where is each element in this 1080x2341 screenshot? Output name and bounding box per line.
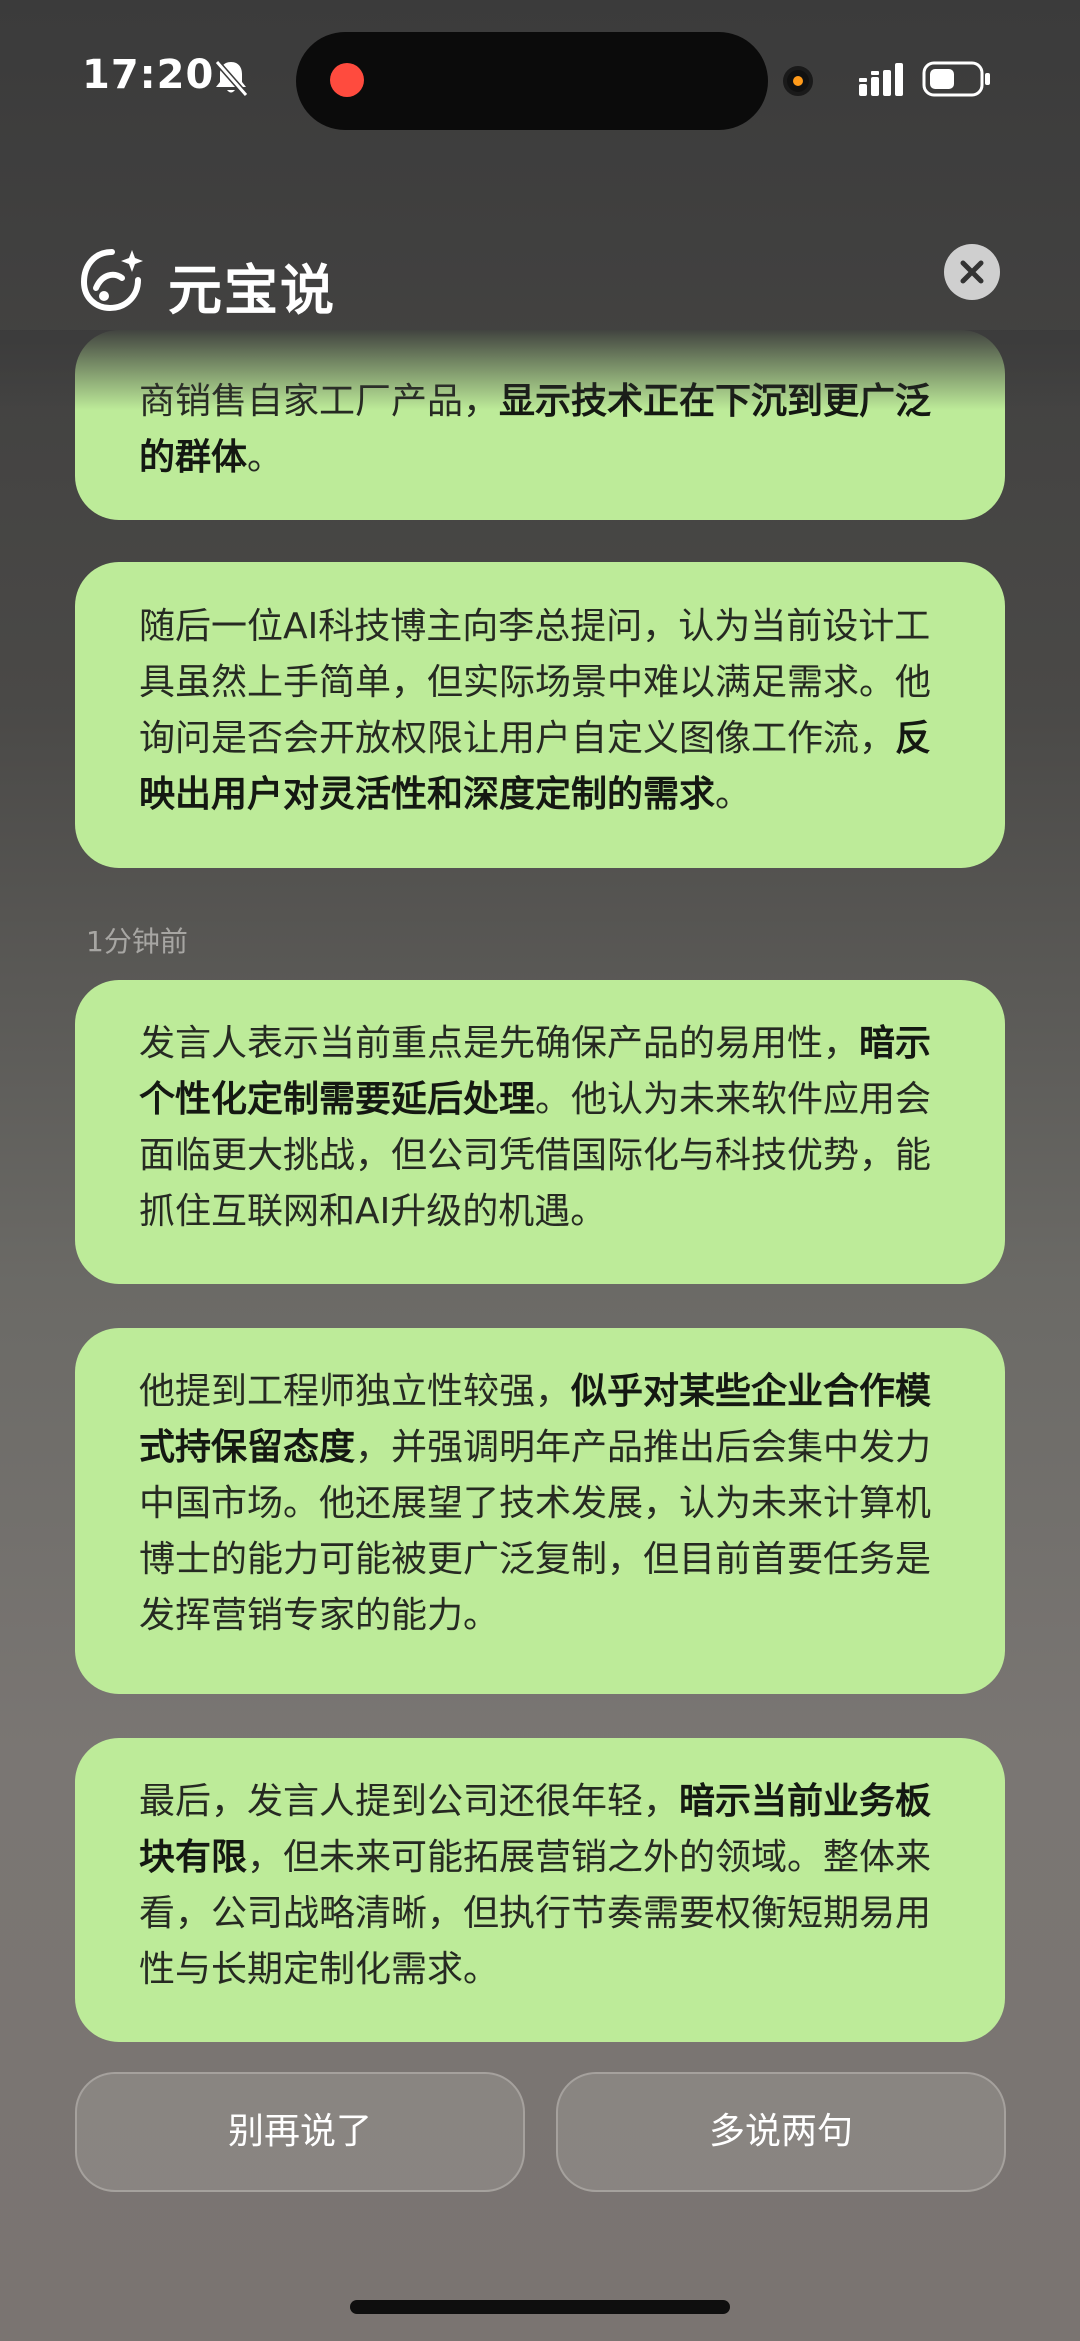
body-text: 随后一位AI科技博主向李总提问，认为当前设计工具虽然上手简单，但实际场景中难以满… [139,606,932,759]
status-bar: 17:20 [0,0,1080,160]
dynamic-island [296,32,768,130]
summary-card: 发言人表示当前重点是先确保产品的易用性，暗示个性化定制需要延后处理。他认为未来软… [75,980,1005,1284]
status-time: 17:20 [82,52,215,98]
body-text: 他提到工程师独立性较强， [139,1371,572,1412]
close-icon [960,260,984,284]
body-text: 。 [247,437,284,478]
recording-dot-icon [330,63,364,97]
stop-talking-button[interactable]: 别再说了 [75,2072,525,2192]
home-indicator[interactable] [350,2300,730,2314]
body-text: 最后，发言人提到公司还很年轻， [139,1781,680,1822]
summary-card: 最后，发言人提到公司还很年轻，暗示当前业务板块有限，但未来可能拓展营销之外的领域… [75,1738,1005,2042]
close-button[interactable] [944,244,1000,300]
bell-slash-icon [212,58,250,98]
summary-card: 商销售自家工厂产品，显示技术正在下沉到更广泛的群体。 [75,330,1005,520]
body-text: 。 [715,774,752,815]
body-text: 发言人表示当前重点是先确保产品的易用性， [139,1023,860,1064]
card-text: 随后一位AI科技博主向李总提问，认为当前设计工具虽然上手简单，但实际场景中难以满… [139,599,941,823]
timestamp-label: 1分钟前 [86,925,188,958]
card-text: 发言人表示当前重点是先确保产品的易用性，暗示个性化定制需要延后处理。他认为未来软… [139,1016,941,1240]
signal-icon [857,62,907,98]
say-more-button[interactable]: 多说两句 [556,2072,1006,2192]
summary-card: 他提到工程师独立性较强，似乎对某些企业合作模式持保留态度，并强调明年产品推出后会… [75,1328,1005,1694]
summary-card: 随后一位AI科技博主向李总提问，认为当前设计工具虽然上手简单，但实际场景中难以满… [75,562,1005,868]
body-text: ，但未来可能拓展营销之外的领域。整体来看，公司战略清晰，但执行节奏需要权衡短期易… [139,1837,932,1990]
card-text: 他提到工程师独立性较强，似乎对某些企业合作模式持保留态度，并强调明年产品推出后会… [139,1364,941,1644]
yuanbao-logo-icon [76,244,148,316]
panel-header: 元宝说 [0,230,1080,330]
battery-icon [922,60,992,98]
card-text: 商销售自家工厂产品，显示技术正在下沉到更广泛的群体。 [139,374,941,486]
body-text: 商销售自家工厂产品， [139,381,500,422]
camera-indicator-icon [783,66,813,96]
page-title: 元宝说 [168,259,336,322]
card-text: 最后，发言人提到公司还很年轻，暗示当前业务板块有限，但未来可能拓展营销之外的领域… [139,1774,941,1998]
